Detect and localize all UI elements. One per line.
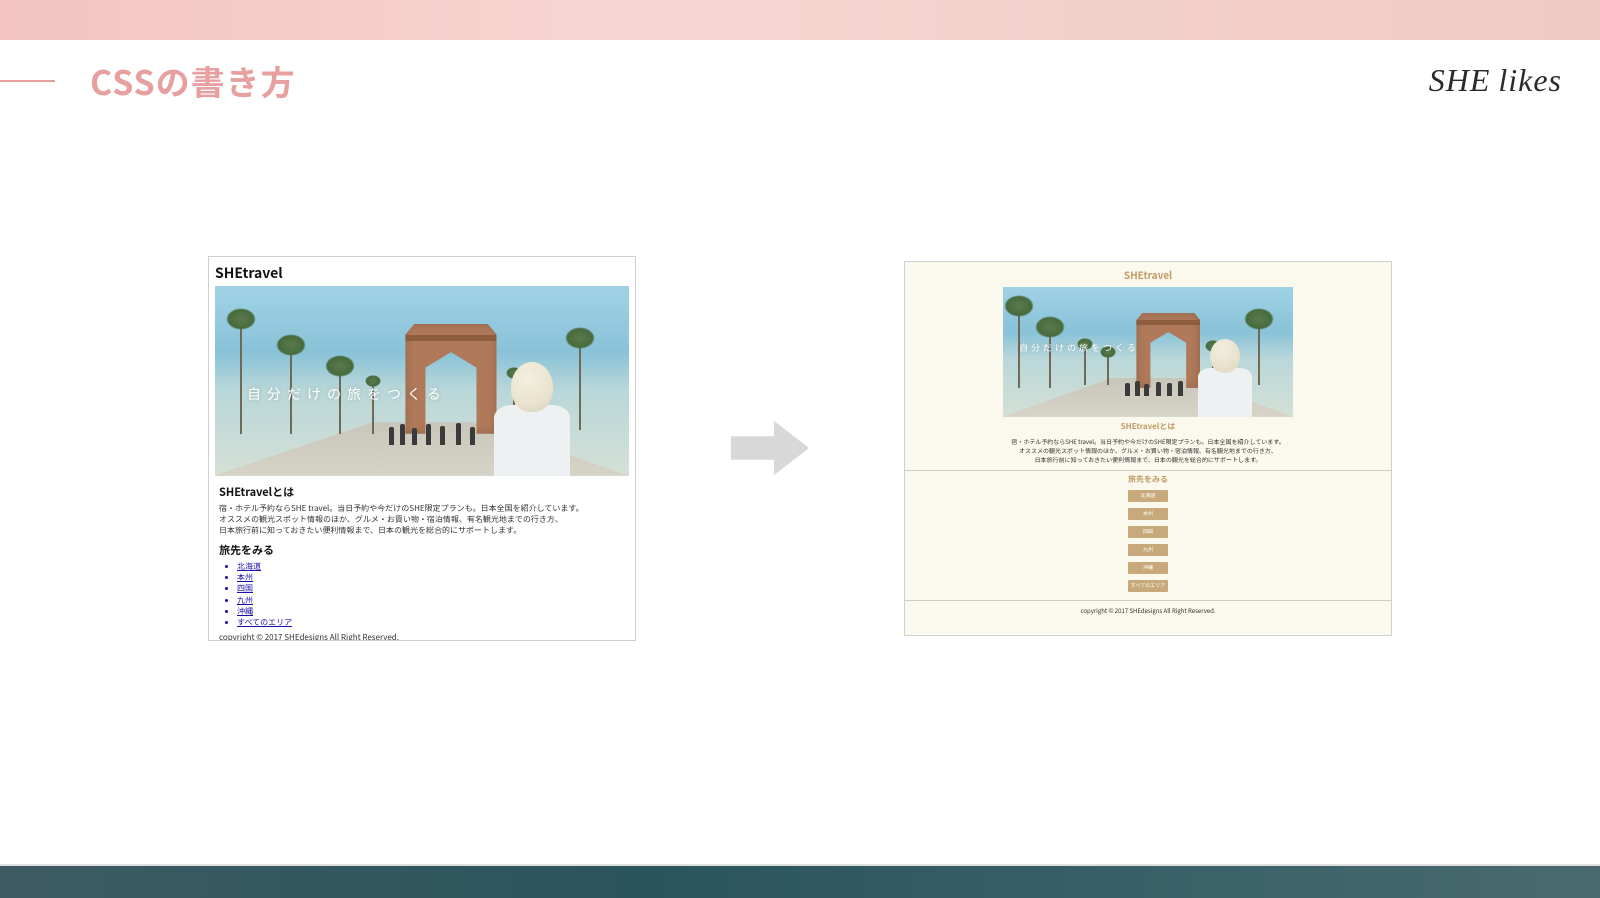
after-dest-heading: 旅先をみる bbox=[905, 471, 1391, 488]
after-copyright: copyright © 2017 SHEdesigns All Right Re… bbox=[905, 600, 1391, 620]
bottom-band bbox=[0, 864, 1600, 898]
after-dest-button[interactable]: 本州 bbox=[1128, 508, 1168, 520]
slide: CSSの書き方 SHE likes SHEtravel bbox=[0, 0, 1600, 898]
after-desc-line: 宿・ホテル予約ならSHE travel。当日予約や今だけのSHE限定プランも。日… bbox=[925, 437, 1371, 446]
before-about-desc: 宿・ホテル予約ならSHE travel。当日予約や今だけのSHE限定プランも。日… bbox=[219, 503, 625, 537]
before-about-section: SHEtravelとは 宿・ホテル予約ならSHE travel。当日予約や今だけ… bbox=[215, 476, 629, 641]
after-dest-button[interactable]: 九州 bbox=[1128, 544, 1168, 556]
before-dest-link[interactable]: 本州 bbox=[237, 572, 625, 583]
after-hero-caption: 自分だけの旅をつくる bbox=[1019, 341, 1139, 354]
after-hero-image: 自分だけの旅をつくる bbox=[1003, 287, 1293, 417]
after-dest-button[interactable]: 四国 bbox=[1128, 526, 1168, 538]
title-row: CSSの書き方 SHE likes bbox=[0, 56, 1600, 105]
before-desc-line: オススメの観光スポット情報のほか、グルメ・お買い物・宿泊情報、有名観光地までの行… bbox=[219, 514, 625, 525]
brand-likes: likes bbox=[1498, 62, 1562, 99]
before-desc-line: 宿・ホテル予約ならSHE travel。当日予約や今だけのSHE限定プランも。日… bbox=[219, 503, 625, 514]
after-desc-line: オススメの観光スポット情報のほか、グルメ・お買い物・宿泊情報、有名観光地までの行… bbox=[925, 446, 1371, 455]
after-dest-button[interactable]: 沖縄 bbox=[1128, 562, 1168, 574]
top-band bbox=[0, 0, 1600, 40]
before-dest-link[interactable]: 四国 bbox=[237, 583, 625, 594]
before-dest-link[interactable]: 沖縄 bbox=[237, 606, 625, 617]
brand-logo: SHE likes bbox=[1429, 62, 1562, 99]
before-dest-link[interactable]: すべてのエリア bbox=[237, 617, 625, 628]
after-desc-line: 日本旅行前に知っておきたい便利情報まで、日本の観光を総合的にサポートします。 bbox=[925, 455, 1371, 464]
before-dest-list: 北海道 本州 四国 九州 沖縄 すべてのエリア bbox=[219, 561, 625, 628]
before-desc-line: 日本旅行前に知っておきたい便利情報まで、日本の観光を総合的にサポートします。 bbox=[219, 525, 625, 536]
before-site-title: SHEtravel bbox=[215, 263, 629, 283]
title-accent-line bbox=[0, 80, 55, 82]
before-about-heading: SHEtravelとは bbox=[219, 484, 625, 500]
before-hero-caption: 自分だけの旅をつくる bbox=[247, 384, 447, 404]
after-dest-button[interactable]: 北海道 bbox=[1128, 490, 1168, 502]
after-panel: SHEtravel bbox=[904, 261, 1392, 636]
after-about-heading: SHEtravelとは bbox=[905, 417, 1391, 435]
arrow-icon bbox=[725, 408, 815, 488]
before-dest-heading: 旅先をみる bbox=[219, 542, 625, 558]
after-about-desc: 宿・ホテル予約ならSHE travel。当日予約や今だけのSHE限定プランも。日… bbox=[905, 435, 1391, 470]
brand-she: SHE bbox=[1429, 62, 1491, 99]
after-dest-button[interactable]: すべてのエリア bbox=[1128, 580, 1168, 592]
before-copyright: copyright © 2017 SHEdesigns All Right Re… bbox=[219, 632, 625, 640]
before-hero-image: 自分だけの旅をつくる bbox=[215, 286, 629, 476]
after-dest-list: 北海道 本州 四国 九州 沖縄 すべてのエリア bbox=[905, 488, 1391, 600]
title-wrap: CSSの書き方 bbox=[0, 56, 296, 105]
before-dest-link[interactable]: 九州 bbox=[237, 595, 625, 606]
after-site-title: SHEtravel bbox=[905, 262, 1391, 287]
before-panel: SHEtravel bbox=[208, 256, 636, 641]
before-dest-link[interactable]: 北海道 bbox=[237, 561, 625, 572]
comparison-row: SHEtravel bbox=[208, 218, 1392, 678]
slide-title: CSSの書き方 bbox=[90, 56, 296, 105]
